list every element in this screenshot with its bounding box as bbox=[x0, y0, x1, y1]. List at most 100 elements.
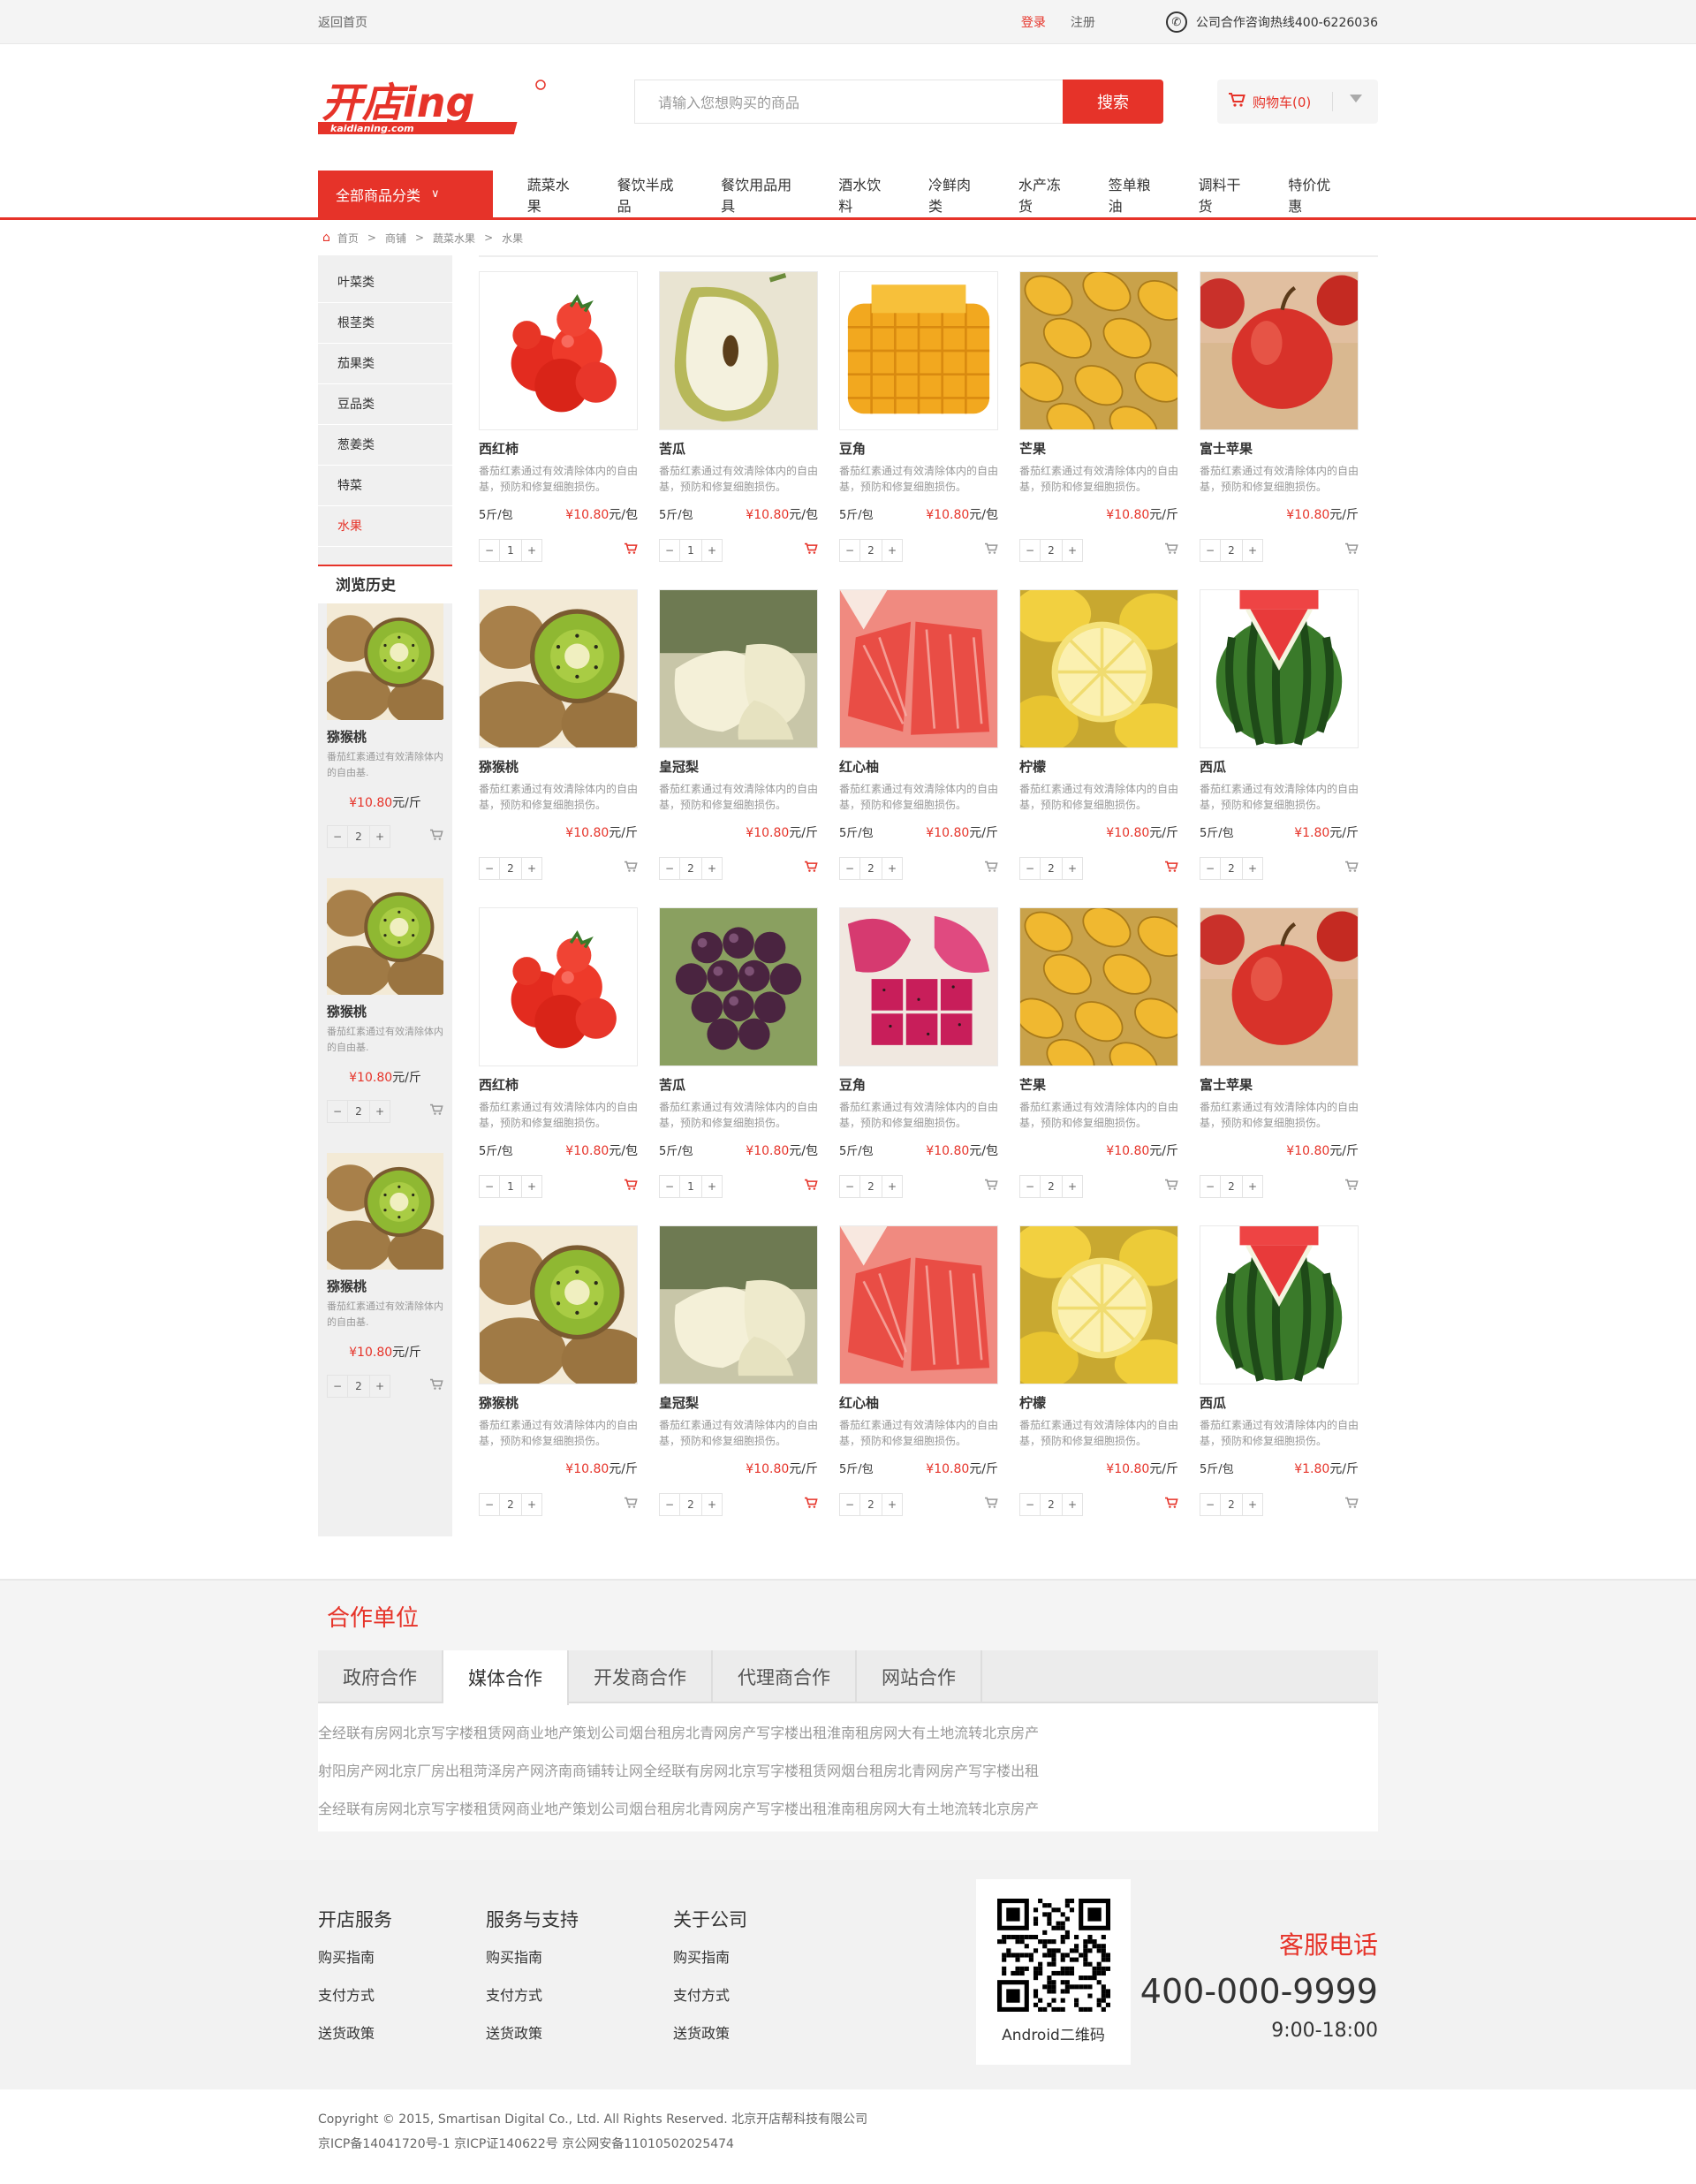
add-to-cart-icon[interactable] bbox=[624, 1179, 638, 1194]
decrease-button[interactable]: − bbox=[660, 540, 679, 561]
decrease-button[interactable]: − bbox=[1200, 858, 1220, 879]
decrease-button[interactable]: − bbox=[480, 540, 499, 561]
product-name[interactable]: 柠檬 bbox=[1019, 757, 1178, 776]
quantity-value[interactable]: 2 bbox=[859, 1494, 882, 1515]
product-card[interactable]: 红心柚 番茄红素通过有效清除体内的自由基，预防和修复细胞损伤。 5斤/包 ¥10.80… bbox=[839, 1225, 998, 1543]
partner-link[interactable]: 淮南租房网 bbox=[827, 1797, 897, 1818]
breadcrumb-item[interactable]: 商铺 bbox=[385, 231, 406, 246]
quantity-value[interactable]: 2 bbox=[347, 1101, 370, 1122]
decrease-button[interactable]: − bbox=[1200, 1494, 1220, 1515]
chevron-down-icon[interactable] bbox=[1350, 95, 1362, 102]
history-image[interactable] bbox=[321, 878, 453, 1001]
partner-link[interactable]: 射阳房产网 bbox=[318, 1759, 389, 1780]
increase-button[interactable]: + bbox=[1243, 1494, 1262, 1515]
partner-link[interactable]: 北京写字楼租赁网 bbox=[403, 1797, 516, 1818]
product-name[interactable]: 芒果 bbox=[1019, 439, 1178, 458]
sidebar-category[interactable]: 豆品类 bbox=[318, 384, 452, 425]
product-image[interactable] bbox=[1200, 1225, 1359, 1384]
product-name[interactable]: 皇冠梨 bbox=[659, 757, 818, 776]
product-name[interactable]: 猕猴桃 bbox=[479, 757, 638, 776]
breadcrumb-item[interactable]: 水果 bbox=[502, 231, 523, 246]
product-image[interactable] bbox=[1019, 907, 1178, 1066]
product-card[interactable]: 富士苹果 番茄红素通过有效清除体内的自由基，预防和修复细胞损伤。 ¥10.80元/斤… bbox=[1200, 271, 1359, 589]
quantity-value[interactable]: 1 bbox=[499, 1176, 522, 1197]
increase-button[interactable]: + bbox=[882, 1494, 902, 1515]
product-image[interactable] bbox=[1200, 589, 1359, 748]
quantity-value[interactable]: 1 bbox=[679, 540, 702, 561]
home-icon[interactable]: ⌂ bbox=[322, 231, 330, 245]
decrease-button[interactable]: − bbox=[1020, 858, 1040, 879]
product-name[interactable]: 富士苹果 bbox=[1200, 439, 1359, 458]
nav-item[interactable]: 蔬菜水果 bbox=[527, 173, 583, 216]
partner-link[interactable]: 大有土地流转 bbox=[897, 1797, 982, 1818]
history-item[interactable]: 猕猴桃 番茄红素通过有效清除体内的自由基. ¥10.80元/斤 −2 + bbox=[318, 603, 453, 878]
product-image[interactable] bbox=[1200, 271, 1359, 430]
product-name[interactable]: 红心柚 bbox=[839, 757, 998, 776]
product-card[interactable]: 皇冠梨 番茄红素通过有效清除体内的自由基，预防和修复细胞损伤。 ¥10.80元/斤 −… bbox=[659, 1225, 818, 1543]
partner-link[interactable]: 写字楼出租 bbox=[968, 1759, 1039, 1780]
all-categories-button[interactable]: 全部商品分类 ∨ bbox=[318, 171, 493, 217]
decrease-button[interactable]: − bbox=[840, 858, 859, 879]
partner-link[interactable]: 商业地产策划公司 bbox=[516, 1797, 629, 1818]
product-name[interactable]: 苦瓜 bbox=[659, 1075, 818, 1094]
partner-link[interactable]: 淮南租房网 bbox=[827, 1721, 897, 1742]
partner-tab[interactable]: 开发商合作 bbox=[569, 1650, 713, 1703]
partner-link[interactable]: 全经联 bbox=[643, 1759, 685, 1780]
partner-link[interactable]: 烟台租房 bbox=[629, 1797, 685, 1818]
product-name[interactable]: 豆角 bbox=[839, 439, 998, 458]
product-name[interactable]: 西瓜 bbox=[1200, 757, 1359, 776]
increase-button[interactable]: + bbox=[370, 826, 390, 847]
product-image[interactable] bbox=[659, 1225, 818, 1384]
increase-button[interactable]: + bbox=[522, 540, 541, 561]
product-name[interactable]: 柠檬 bbox=[1019, 1393, 1178, 1412]
partner-link[interactable]: 有房网 bbox=[360, 1721, 403, 1742]
product-name[interactable]: 西瓜 bbox=[1200, 1393, 1359, 1412]
quantity-value[interactable]: 2 bbox=[1220, 858, 1243, 879]
nav-item[interactable]: 水产冻货 bbox=[1018, 173, 1074, 216]
product-image[interactable] bbox=[659, 589, 818, 748]
increase-button[interactable]: + bbox=[522, 1494, 541, 1515]
history-name[interactable]: 猕猴桃 bbox=[327, 1277, 443, 1295]
product-image[interactable] bbox=[839, 589, 998, 748]
decrease-button[interactable]: − bbox=[840, 1176, 859, 1197]
nav-item[interactable]: 特价优惠 bbox=[1288, 173, 1344, 216]
product-image[interactable] bbox=[839, 1225, 998, 1384]
add-to-cart-icon[interactable] bbox=[984, 1497, 998, 1513]
search-input[interactable]: 请输入您想购买的商品 bbox=[634, 80, 1063, 124]
product-image[interactable] bbox=[839, 907, 998, 1066]
product-image[interactable] bbox=[479, 271, 638, 430]
add-to-cart-icon[interactable] bbox=[804, 1179, 818, 1194]
add-to-cart-icon[interactable] bbox=[984, 542, 998, 558]
quantity-value[interactable]: 2 bbox=[347, 826, 370, 847]
footer-link[interactable]: 支付方式 bbox=[673, 1983, 747, 2021]
decrease-button[interactable]: − bbox=[840, 1494, 859, 1515]
product-card[interactable]: 西瓜 番茄红素通过有效清除体内的自由基，预防和修复细胞损伤。 5斤/包 ¥1.80元/… bbox=[1200, 589, 1359, 907]
decrease-button[interactable]: − bbox=[480, 858, 499, 879]
partner-link[interactable]: 全经联 bbox=[318, 1721, 360, 1742]
increase-button[interactable]: + bbox=[702, 540, 722, 561]
quantity-value[interactable]: 2 bbox=[1040, 1494, 1063, 1515]
history-name[interactable]: 猕猴桃 bbox=[327, 1002, 443, 1020]
add-to-cart-icon[interactable] bbox=[1164, 1497, 1178, 1513]
product-name[interactable]: 猕猴桃 bbox=[479, 1393, 638, 1412]
partner-link[interactable]: 北京房产 bbox=[982, 1797, 1039, 1818]
increase-button[interactable]: + bbox=[1063, 1176, 1082, 1197]
product-card[interactable]: 西红柿 番茄红素通过有效清除体内的自由基，预防和修复细胞损伤。 5斤/包 ¥10.80… bbox=[479, 271, 638, 589]
nav-item[interactable]: 调料干货 bbox=[1198, 173, 1253, 216]
quantity-value[interactable]: 2 bbox=[1040, 858, 1063, 879]
increase-button[interactable]: + bbox=[1243, 540, 1262, 561]
add-to-cart-icon[interactable] bbox=[429, 1103, 443, 1119]
history-name[interactable]: 猕猴桃 bbox=[327, 727, 443, 746]
add-to-cart-icon[interactable] bbox=[1344, 1179, 1359, 1194]
product-card[interactable]: 红心柚 番茄红素通过有效清除体内的自由基，预防和修复细胞损伤。 5斤/包 ¥10.80… bbox=[839, 589, 998, 907]
decrease-button[interactable]: − bbox=[1200, 1176, 1220, 1197]
logo[interactable]: 开店ing kaidianing.com bbox=[301, 74, 548, 145]
increase-button[interactable]: + bbox=[882, 1176, 902, 1197]
quantity-value[interactable]: 2 bbox=[347, 1376, 370, 1397]
footer-link[interactable]: 支付方式 bbox=[318, 1983, 392, 2021]
decrease-button[interactable]: − bbox=[1020, 540, 1040, 561]
product-name[interactable]: 红心柚 bbox=[839, 1393, 998, 1412]
add-to-cart-icon[interactable] bbox=[1344, 861, 1359, 876]
quantity-value[interactable]: 2 bbox=[859, 1176, 882, 1197]
partner-tab[interactable]: 代理商合作 bbox=[713, 1650, 857, 1703]
